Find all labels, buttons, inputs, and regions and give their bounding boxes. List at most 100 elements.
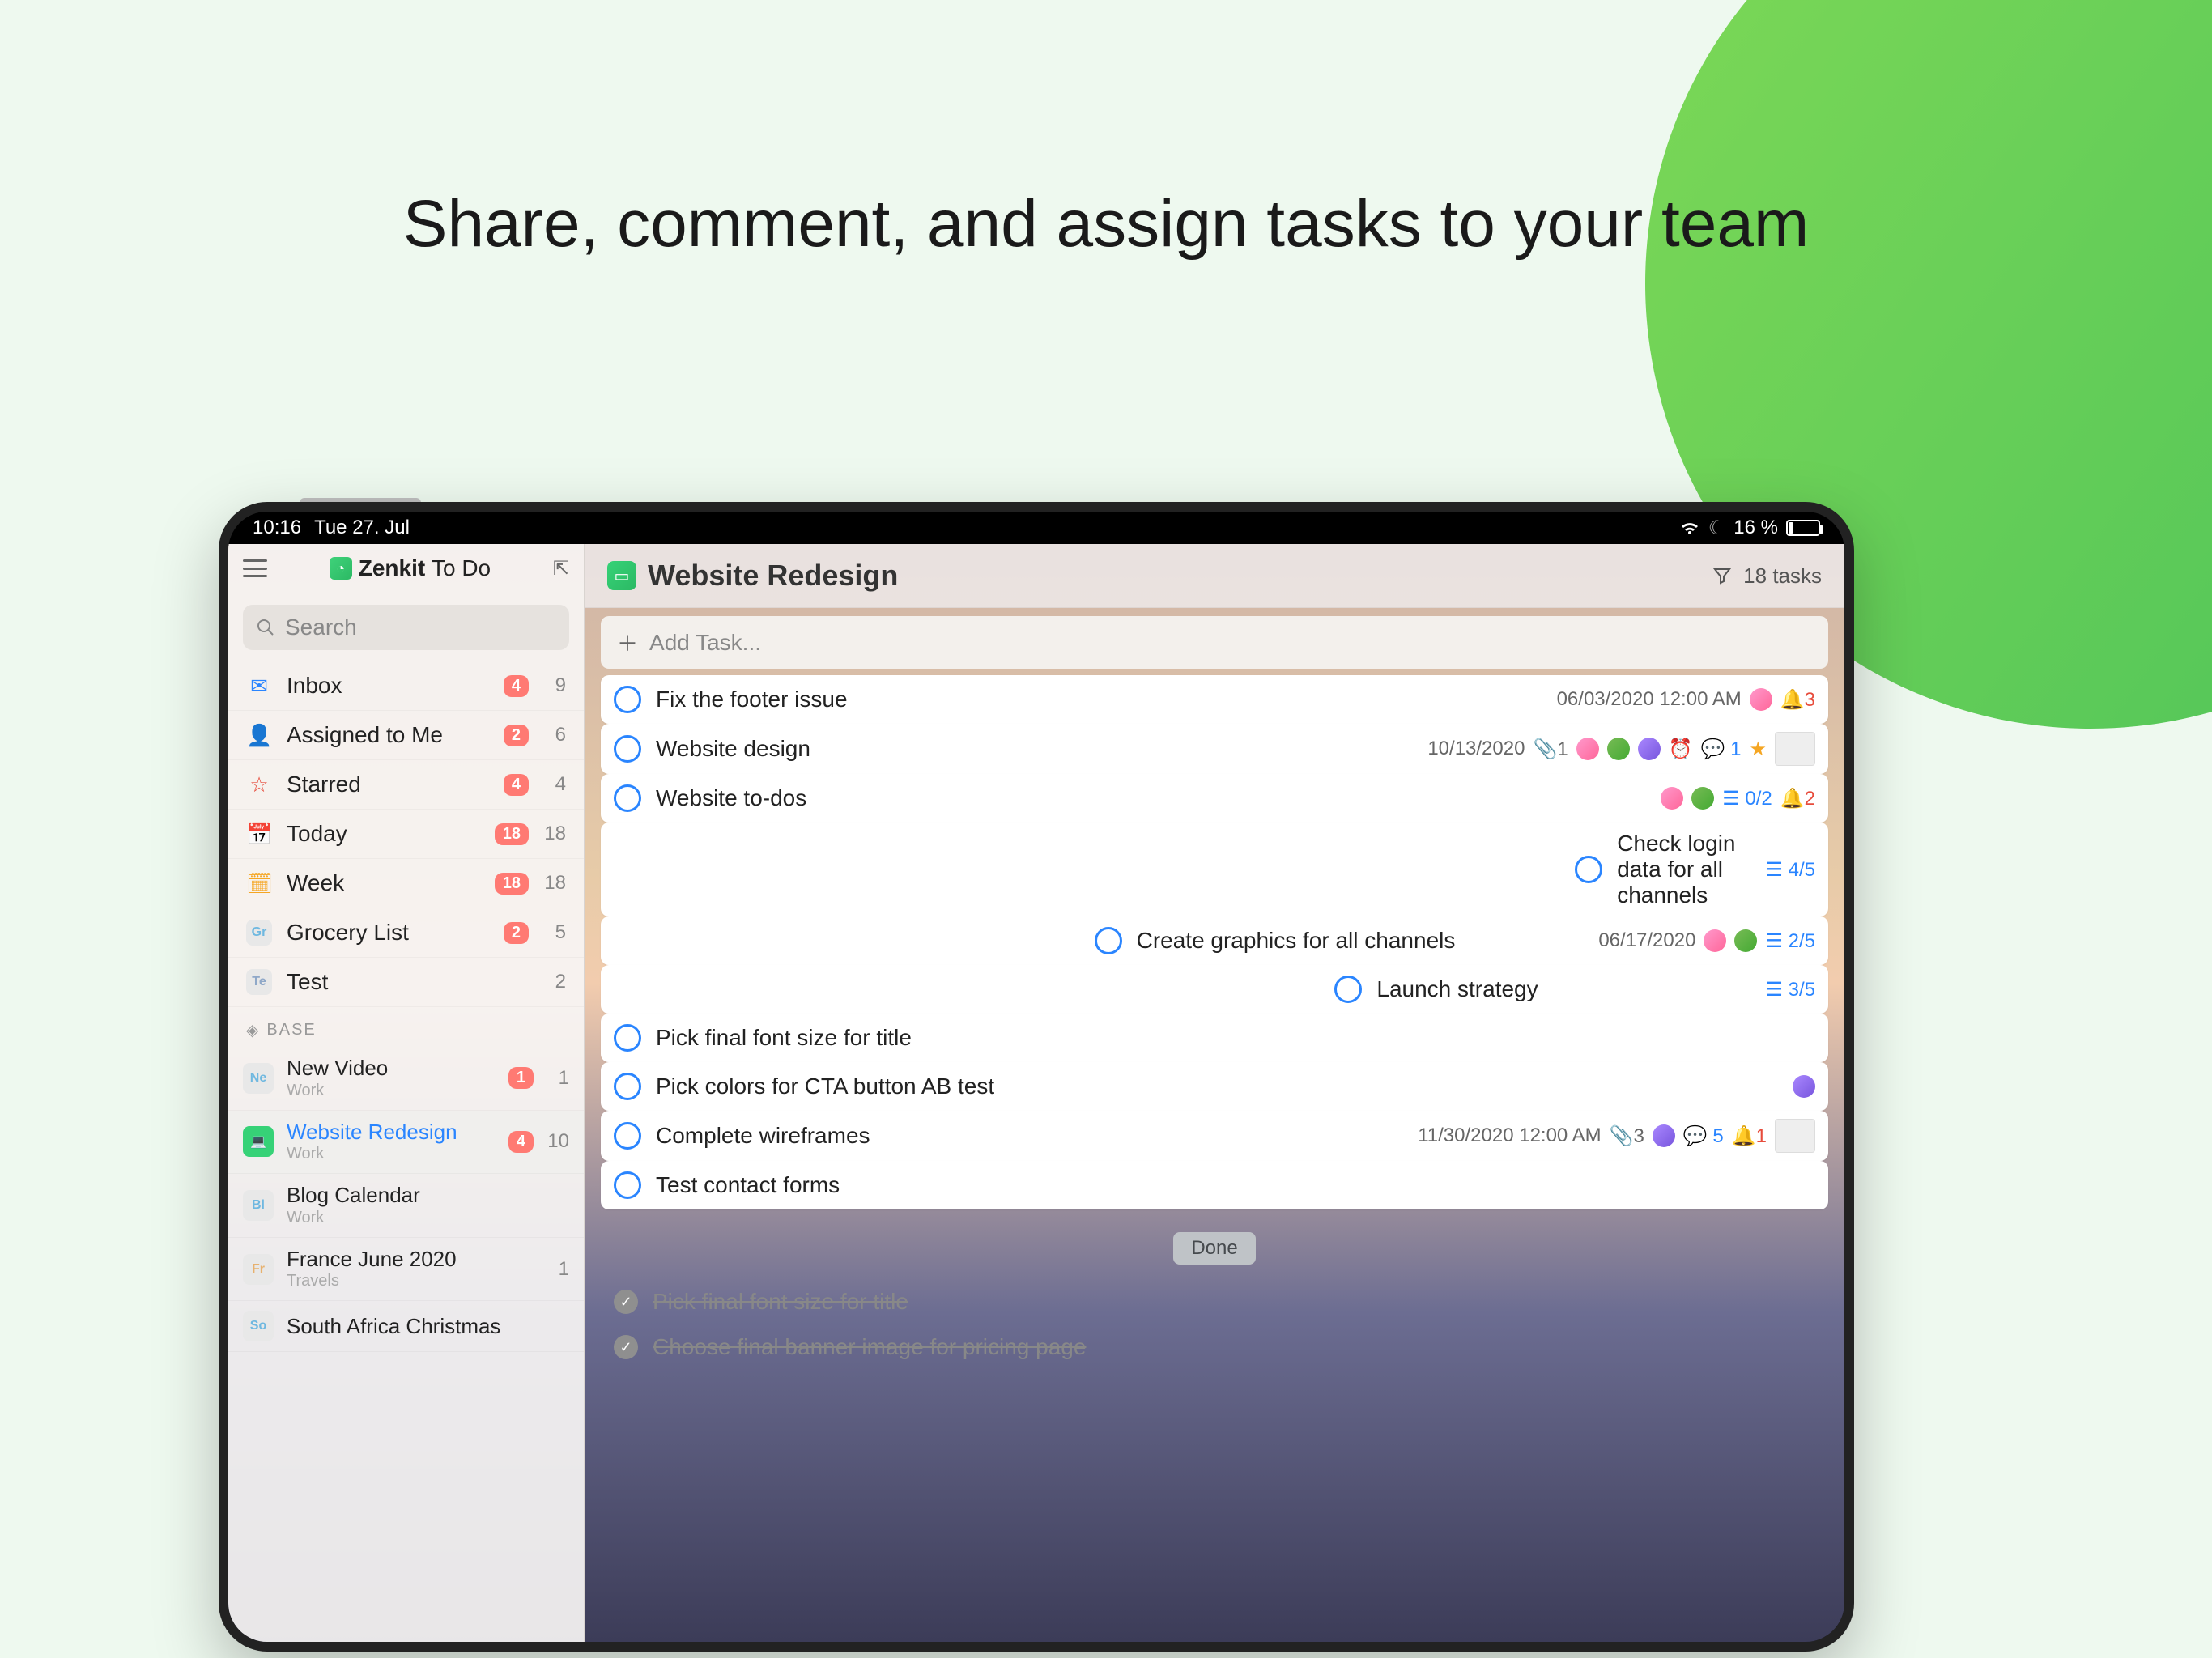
list-tag-icon: Bl <box>243 1190 274 1221</box>
task-title: Launch strategy <box>1376 976 1765 1002</box>
star-icon: ★ <box>1749 738 1767 761</box>
task-row[interactable]: Create graphics for all channels06/17/20… <box>601 916 1828 965</box>
smartlist-item[interactable]: ☆Starred44 <box>228 760 584 810</box>
list-tag-icon: Gr <box>246 920 272 946</box>
tablet-frame: 10:16 Tue 27. Jul ☾ 16 % Zenkit To Do ⇱ <box>219 502 1854 1652</box>
task-title: Check login data for all channels <box>1617 831 1765 908</box>
check-icon: ✓ <box>614 1290 638 1314</box>
bell-icon: 🔔1 <box>1732 1124 1767 1148</box>
smartlist-item[interactable]: GrGrocery List25 <box>228 908 584 958</box>
statusbar-time: 10:16 <box>253 517 301 539</box>
smartlist-item[interactable]: TeTest2 <box>228 958 584 1007</box>
list-icon: ▭ <box>607 561 636 590</box>
list-tag-icon: Ne <box>243 1063 274 1094</box>
task-row[interactable]: Website to-dos☰ 0/2🔔2 <box>601 774 1828 823</box>
baselist-name: New Video <box>287 1056 496 1080</box>
baselist-subtitle: Work <box>287 1082 496 1100</box>
task-checkbox[interactable] <box>614 784 641 812</box>
avatar <box>1793 1075 1815 1098</box>
done-task-row[interactable]: ✓Pick final font size for title <box>601 1279 1828 1324</box>
baselist-name: South Africa Christmas <box>287 1315 569 1338</box>
baselist-item[interactable]: SoSouth Africa Christmas <box>228 1301 584 1352</box>
task-checkbox[interactable] <box>614 1024 641 1052</box>
avatar <box>1638 738 1661 760</box>
avatar <box>1734 929 1757 952</box>
check-icon: ✓ <box>614 1335 638 1359</box>
bell-icon: 🔔2 <box>1780 787 1815 810</box>
avatar <box>1704 929 1726 952</box>
baselist-subtitle: Work <box>287 1209 569 1227</box>
app-logo-icon <box>330 557 352 580</box>
badge: 18 <box>495 823 529 845</box>
task-row[interactable]: Pick final font size for title <box>601 1014 1828 1062</box>
smartlist-label: Week <box>287 870 480 896</box>
search-icon <box>256 618 275 637</box>
filter-icon[interactable] <box>1712 566 1732 585</box>
battery-percent: 16 % <box>1733 517 1778 539</box>
done-pill[interactable]: Done <box>1173 1232 1255 1265</box>
avatar <box>1691 787 1714 810</box>
pin-icon[interactable]: ⇱ <box>553 557 569 580</box>
comment-icon: 💬 5 <box>1683 1124 1724 1148</box>
baselist-item[interactable]: BlBlog CalendarWork <box>228 1174 584 1238</box>
task-checkbox[interactable] <box>1095 927 1122 954</box>
smartlist-item[interactable]: ✉Inbox49 <box>228 661 584 711</box>
list-icon: 🗓 <box>246 871 272 896</box>
task-title: Pick final font size for title <box>656 1025 1815 1051</box>
smartlist-item[interactable]: 🗓Week1818 <box>228 859 584 908</box>
task-row[interactable]: Website design10/13/2020📎1⏰💬 1★ <box>601 724 1828 774</box>
task-title: Fix the footer issue <box>656 687 1557 712</box>
baselist-subtitle: Work <box>287 1145 496 1163</box>
smartlist-item[interactable]: 📅Today1818 <box>228 810 584 859</box>
done-separator: Done <box>601 1232 1828 1265</box>
task-row[interactable]: Launch strategy☰ 3/5 <box>601 965 1828 1014</box>
smartlist-label: Inbox <box>287 673 489 699</box>
menu-button[interactable] <box>243 559 267 577</box>
avatar <box>1576 738 1599 760</box>
task-row[interactable]: Test contact forms <box>601 1161 1828 1209</box>
task-row[interactable]: Pick colors for CTA button AB test <box>601 1062 1828 1111</box>
task-checkbox[interactable] <box>614 1073 641 1100</box>
smartlist-item[interactable]: 👤Assigned to Me26 <box>228 711 584 760</box>
task-row[interactable]: Check login data for all channels☰ 4/5 <box>601 823 1828 916</box>
main-pane: ▭ Website Redesign 18 tasks ＋ Add Task..… <box>585 544 1844 1642</box>
task-checkbox[interactable] <box>614 686 641 713</box>
list-icon: 📅 <box>246 822 272 847</box>
baselist-subtitle: Travels <box>287 1272 534 1290</box>
baselist-item[interactable]: NeNew VideoWork11 <box>228 1047 584 1111</box>
task-checkbox[interactable] <box>1575 856 1602 883</box>
task-checkbox[interactable] <box>1334 976 1362 1003</box>
statusbar-date: Tue 27. Jul <box>314 517 410 539</box>
task-checkbox[interactable] <box>614 735 641 763</box>
task-date: 10/13/2020 <box>1427 738 1525 760</box>
add-task-input[interactable]: ＋ Add Task... <box>601 616 1828 669</box>
task-row[interactable]: Complete wireframes11/30/2020 12:00 AM📎3… <box>601 1111 1828 1161</box>
task-title: Create graphics for all channels <box>1137 928 1599 954</box>
list-title: Website Redesign <box>648 559 1701 593</box>
baselist-item[interactable]: FrFrance June 2020Travels1 <box>228 1238 584 1302</box>
task-date: 11/30/2020 12:00 AM <box>1418 1124 1601 1147</box>
comment-icon: 💬 1 <box>1701 738 1742 761</box>
baselist-item[interactable]: 💻Website RedesignWork410 <box>228 1111 584 1175</box>
base-toggle-icon[interactable]: ◈ <box>246 1020 260 1040</box>
task-title: Website design <box>656 736 1427 762</box>
count: 6 <box>543 724 566 746</box>
wifi-icon <box>1679 520 1700 536</box>
smartlist-label: Assigned to Me <box>287 722 489 748</box>
main-header: ▭ Website Redesign 18 tasks <box>585 544 1844 608</box>
done-task-row[interactable]: ✓Choose final banner image for pricing p… <box>601 1324 1828 1370</box>
task-checkbox[interactable] <box>614 1171 641 1199</box>
alarm-icon: ⏰ <box>1669 738 1693 761</box>
badge: 4 <box>508 1131 534 1153</box>
search-input[interactable]: Search <box>243 605 569 650</box>
count: 4 <box>543 773 566 796</box>
task-row[interactable]: Fix the footer issue06/03/2020 12:00 AM🔔… <box>601 675 1828 724</box>
app-window: Zenkit To Do ⇱ Search ✉Inbox49👤Assigned … <box>228 544 1844 1642</box>
task-checkbox[interactable] <box>614 1122 641 1150</box>
moon-icon: ☾ <box>1708 517 1726 540</box>
task-count: 18 tasks <box>1743 563 1822 589</box>
count: 10 <box>547 1130 569 1153</box>
bell-icon: 🔔3 <box>1780 688 1815 712</box>
baselist-name: France June 2020 <box>287 1248 534 1271</box>
status-bar: 10:16 Tue 27. Jul ☾ 16 % <box>228 512 1844 544</box>
